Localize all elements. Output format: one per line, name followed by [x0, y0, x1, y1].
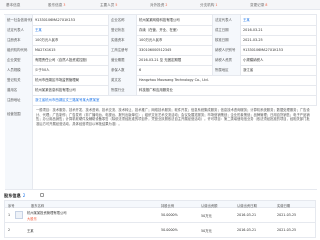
export-icon[interactable]	[40, 193, 44, 197]
subscribed-date: 2016-03-21	[237, 213, 257, 217]
info-label: 工商注册号	[109, 45, 137, 55]
info-value: 2021-03-25	[241, 35, 317, 45]
info-label: 企业名称	[109, 15, 137, 25]
info-label: 法定代表人	[213, 15, 241, 25]
info-label: 法定代表人	[5, 25, 33, 35]
info-value: 杭州某某网络科技有限公司	[137, 15, 213, 25]
tab-branches[interactable]: 分支机构1	[200, 3, 217, 8]
info-label: 纳税人资质	[213, 55, 241, 65]
shareholder-table-header: 序号 股东名称 持股比例 认缴出资额 认缴出资日期 实缴日期	[4, 200, 316, 208]
share-ratio: 50.0000%	[161, 213, 178, 217]
business-scope-label: 经营范围	[5, 105, 33, 189]
company-logo-icon	[15, 211, 23, 219]
legal-rep-link[interactable]: 王某	[33, 25, 109, 35]
info-label: 核准日期	[213, 35, 241, 45]
legal-rep-link[interactable]: 王某	[241, 15, 317, 25]
subscribed-amount: 50万元	[201, 229, 212, 233]
shareholder-name-link[interactable]: 王某	[27, 228, 34, 233]
info-value: 小规模纳税人	[241, 55, 317, 65]
info-label: 注册资本	[5, 35, 33, 45]
table-row: 1 杭州某某投资管理有限公司 大股东 50.0000% 50万元 2016-03…	[4, 208, 316, 223]
info-value: 100万元人民币	[137, 35, 213, 45]
row-index: 2	[8, 228, 11, 232]
shareholder-name-link[interactable]: 杭州某某投资管理有限公司	[27, 210, 67, 215]
tab-key-personnel[interactable]: 主要人员5	[100, 3, 117, 8]
info-value: 杭州某某信息科技有限公司	[33, 85, 109, 95]
info-label: 企业类型	[5, 55, 33, 65]
tab-shareholders[interactable]: 股东信息3	[48, 3, 65, 8]
info-value: 6	[137, 65, 213, 75]
address-link[interactable]: 浙江省杭州市西湖区文三路某号某大厦某室	[33, 95, 317, 105]
info-label: 所属行业	[109, 85, 137, 95]
subscribed-amount: 50万元	[201, 214, 212, 218]
info-label: 成立日期	[213, 25, 241, 35]
share-ratio: 50.0000%	[161, 228, 178, 232]
info-value: 100万元人民币	[33, 35, 109, 45]
section-count: 2	[22, 193, 26, 198]
info-value: MA27X1K15	[33, 45, 109, 55]
info-value: 少于50人	[33, 65, 109, 75]
tab-basic-info[interactable]: 基本信息	[6, 3, 20, 8]
info-label: 曾用名	[5, 85, 33, 95]
paid-date: 2021-03-25	[277, 228, 297, 232]
info-label: 参保人数	[109, 65, 137, 75]
info-value: Hangzhou Mouwang Technology Co., Ltd.	[137, 75, 317, 85]
info-label: 统一社会信用代码	[5, 15, 33, 25]
info-value: 浙江省	[241, 65, 317, 75]
subscribed-date: 2016-03-21	[237, 228, 257, 232]
info-label: 登记状态	[109, 25, 137, 35]
info-value: 91330106MA27X1K153	[241, 45, 317, 55]
info-label: 注册地址	[5, 95, 33, 105]
info-value: 2016-03-21	[241, 25, 317, 35]
info-label: 组织机构代码	[5, 45, 33, 55]
top-tab-bar: 基本信息 股东信息3 主要人员5 对外投资2 分支机构1 变更记录8	[0, 0, 320, 10]
info-value: 存续（在营、开业、在册）	[137, 25, 213, 35]
info-label: 人员规模	[5, 65, 33, 75]
table-row: 2 王某 50.0000% 50万元 2016-03-21 2021-03-25	[4, 223, 316, 238]
info-label: 纳税人识别号	[213, 45, 241, 55]
paid-date: 2021-03-25	[277, 213, 297, 217]
info-label: 所属地区	[213, 65, 241, 75]
info-label: 实缴资本	[109, 35, 137, 45]
tab-investments[interactable]: 对外投资2	[150, 3, 167, 8]
tab-change-records[interactable]: 变更记录8	[250, 3, 267, 8]
info-label: 营业期限	[109, 55, 137, 65]
business-scope-row: 经营范围 一般项目：技术服务、技术开发、技术咨询、技术交流、技术转让、技术推广；…	[5, 105, 317, 190]
info-value: 2016-03-21 至 无固定期限	[137, 55, 213, 65]
info-value: 科技推广和应用服务业	[137, 85, 317, 95]
info-label: 英文名	[109, 75, 137, 85]
row-index: 1	[8, 213, 11, 217]
info-value: 91330106MA27X1K153	[33, 15, 109, 25]
info-value: 330106000512345	[137, 45, 213, 55]
major-shareholder-tag: 大股东	[27, 217, 37, 221]
business-scope-text: 一般项目：技术服务、技术开发、技术咨询、技术交流、技术转让、技术推广；网络技术服…	[36, 108, 310, 126]
business-info-table: 统一社会信用代码 91330106MA27X1K153 企业名称 杭州某某网络科…	[4, 14, 317, 190]
info-value: 有限责任公司（自然人投资或控股）	[33, 55, 109, 65]
info-label: 登记机关	[5, 75, 33, 85]
section-title: 股东信息 2	[4, 193, 26, 198]
info-value: 杭州市西湖区市场监督管理局	[33, 75, 109, 85]
